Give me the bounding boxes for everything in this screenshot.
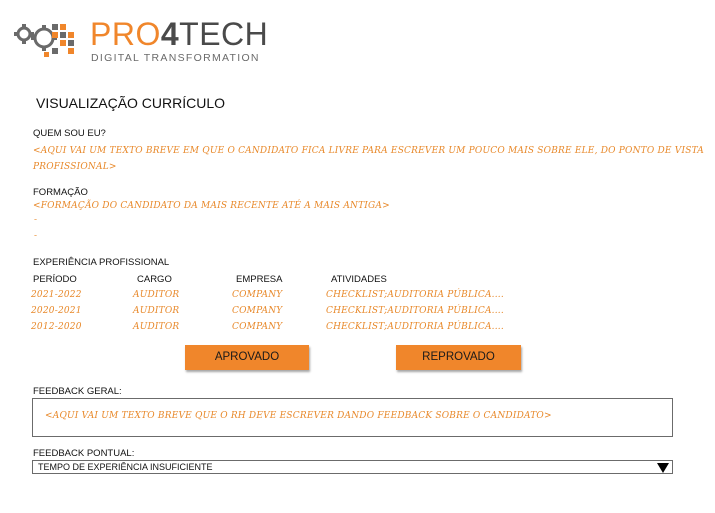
- brand-name: PRO4TECH: [90, 16, 268, 52]
- education-text-line-3: -: [34, 231, 38, 241]
- row-role: AUDITOR: [133, 290, 180, 300]
- brand-name-pro: PRO: [90, 16, 161, 52]
- feedback-general-label: FEEDBACK GERAL:: [33, 386, 122, 397]
- experience-row: 2021-2022 AUDITOR COMPANY CHECKLIST;AUDI…: [0, 290, 715, 304]
- about-text-line-2: PROFISSIONAL>: [33, 162, 117, 172]
- experience-row: 2020-2021 AUDITOR COMPANY CHECKLIST;AUDI…: [0, 306, 715, 320]
- brand-name-tech: TECH: [179, 16, 269, 52]
- about-heading: QUEM SOU EU?: [33, 128, 106, 139]
- feedback-specific-select[interactable]: TEMPO DE EXPERIÊNCIA INSUFICIENTE: [32, 460, 673, 474]
- row-company: COMPANY: [232, 306, 283, 316]
- feedback-general-textarea[interactable]: <AQUI VAI UM TEXTO BREVE QUE O RH DEVE E…: [32, 398, 673, 437]
- about-text-line-1: <AQUI VAI UM TEXTO BREVE EM QUE O CANDID…: [33, 146, 704, 156]
- triangle-down-icon[interactable]: [657, 463, 669, 473]
- feedback-specific-value: TEMPO DE EXPERIÊNCIA INSUFICIENTE: [38, 462, 213, 472]
- brand-name-4: 4: [160, 16, 180, 52]
- reject-button[interactable]: REPROVADO: [396, 345, 521, 370]
- column-header-activities: ATIVIDADES: [331, 274, 387, 285]
- gears-icon: [14, 24, 74, 57]
- experience-row: 2012-2020 AUDITOR COMPANY CHECKLIST;AUDI…: [0, 322, 715, 336]
- experience-heading: EXPERIÊNCIA PROFISSIONAL: [33, 257, 170, 268]
- education-heading: FORMAÇÃO: [33, 187, 88, 198]
- row-period: 2021-2022: [31, 290, 82, 300]
- page-title: VISUALIZAÇÃO CURRÍCULO: [36, 95, 226, 111]
- education-text-line-1: <FORMAÇÃO DO CANDIDATO DA MAIS RECENTE A…: [33, 201, 390, 211]
- feedback-general-text: <AQUI VAI UM TEXTO BREVE QUE O RH DEVE E…: [45, 411, 552, 421]
- feedback-specific-label: FEEDBACK PONTUAL:: [33, 448, 135, 459]
- row-role: AUDITOR: [133, 306, 180, 316]
- row-role: AUDITOR: [133, 322, 180, 332]
- row-company: COMPANY: [232, 322, 283, 332]
- row-activities: CHECKLIST;AUDITORIA PÚBLICA....: [326, 290, 504, 300]
- row-company: COMPANY: [232, 290, 283, 300]
- row-activities: CHECKLIST;AUDITORIA PÚBLICA....: [326, 322, 504, 332]
- row-period: 2012-2020: [31, 322, 82, 332]
- row-period: 2020-2021: [31, 306, 82, 316]
- column-header-company: EMPRESA: [236, 274, 283, 285]
- brand-logo: PRO4TECH DIGITAL TRANSFORMATION: [14, 14, 274, 70]
- approve-button[interactable]: APROVADO: [185, 345, 309, 370]
- education-text-line-2: -: [34, 215, 38, 225]
- column-header-role: CARGO: [137, 274, 172, 285]
- column-header-period: PERÍODO: [33, 274, 77, 285]
- brand-tagline: DIGITAL TRANSFORMATION: [91, 52, 260, 64]
- row-activities: CHECKLIST;AUDITORIA PÚBLICA....: [326, 306, 504, 316]
